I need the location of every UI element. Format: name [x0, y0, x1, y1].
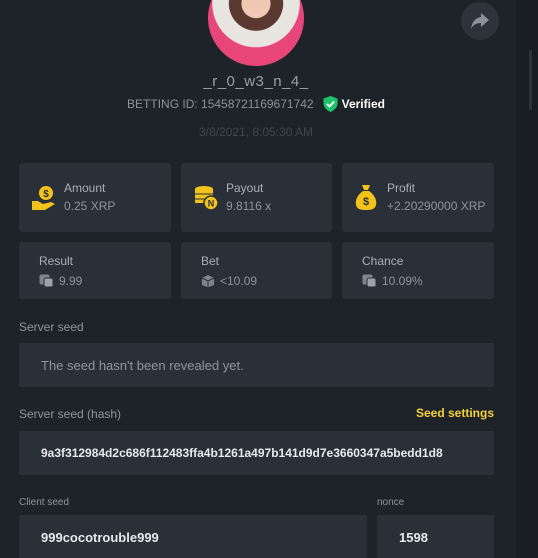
- svg-text:$: $: [363, 196, 369, 208]
- verified-badge: Verified: [323, 96, 385, 112]
- coin-stack-icon: N: [195, 186, 219, 211]
- shield-check-icon: [323, 96, 338, 112]
- result-value: 9.99: [59, 274, 83, 288]
- payout-card: N Payout 9.8116 x: [181, 163, 332, 232]
- amount-value: 0.25 XRP: [64, 199, 116, 213]
- profit-value: +2.20290000 XRP: [387, 199, 486, 213]
- money-bag-icon: $: [355, 185, 377, 210]
- scrollbar-track[interactable]: [516, 0, 538, 558]
- bet-label: Bet: [201, 254, 220, 268]
- bet-datetime: 3/8/2021, 8:05:30 AM: [198, 125, 314, 139]
- profit-label: Profit: [387, 181, 416, 195]
- result-label: Result: [39, 254, 74, 268]
- coin-hand-icon: $: [32, 186, 55, 210]
- svg-text:N: N: [208, 199, 215, 209]
- dice-icon: [362, 274, 377, 288]
- server-seed-hash-label: Server seed (hash): [19, 407, 122, 421]
- amount-card: $ Amount 0.25 XRP: [19, 163, 171, 232]
- username: _r_0_w3_n_4_: [203, 73, 309, 90]
- bet-value: <10.09: [220, 274, 258, 288]
- svg-text:$: $: [43, 189, 49, 200]
- scrollbar-thumb[interactable]: [529, 50, 532, 110]
- betting-id: BETTING ID: 15458721169671742: [127, 97, 314, 111]
- dice-icon: [39, 274, 54, 288]
- server-seed-field: The seed hasn't been revealed yet.: [19, 343, 494, 387]
- chance-card: Chance 10.09%: [342, 242, 494, 299]
- nonce-field[interactable]: 1598: [377, 515, 494, 558]
- share-button[interactable]: [461, 2, 499, 40]
- share-icon: [471, 13, 489, 29]
- betting-id-row: BETTING ID: 15458721169671742 Verified: [0, 96, 512, 112]
- bet-card: Bet <10.09: [181, 242, 332, 299]
- chance-label: Chance: [362, 254, 404, 268]
- verified-label: Verified: [341, 97, 385, 111]
- nonce-label: nonce: [377, 497, 405, 508]
- seed-settings-link[interactable]: Seed settings: [416, 406, 494, 420]
- client-seed-field[interactable]: 999cocotrouble999: [19, 515, 367, 558]
- server-seed-hash-field[interactable]: 9a3f312984d2c686f112483ffa4b1261a497b141…: [19, 431, 494, 475]
- client-seed-label: Client seed: [19, 497, 70, 508]
- result-card: Result 9.99: [19, 242, 171, 299]
- payout-label: Payout: [226, 181, 264, 195]
- amount-label: Amount: [64, 181, 106, 195]
- cube-icon: [201, 275, 215, 288]
- payout-value: 9.8116 x: [226, 199, 272, 213]
- avatar: [208, 0, 304, 66]
- profit-card: $ Profit +2.20290000 XRP: [342, 163, 494, 232]
- server-seed-label: Server seed: [19, 320, 84, 334]
- chance-value: 10.09%: [382, 274, 423, 288]
